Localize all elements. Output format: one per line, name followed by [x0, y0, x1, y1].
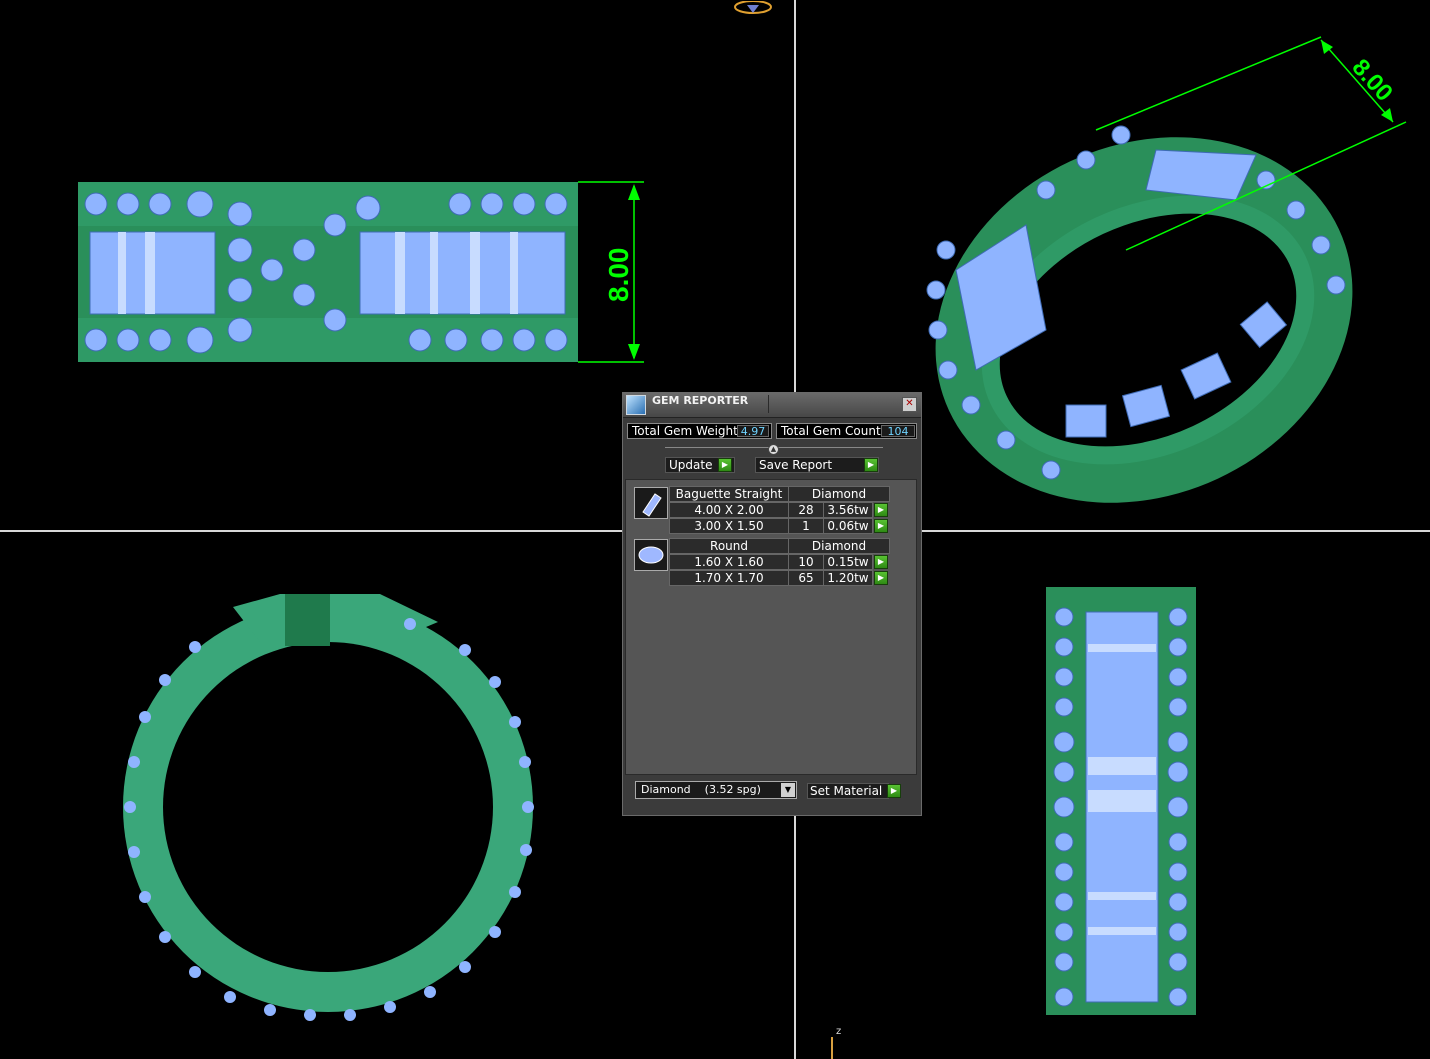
material-select-value: Diamond (3.52 spg): [641, 783, 761, 796]
save-report-button-label: Save Report: [759, 458, 833, 472]
gem-count: 10: [788, 554, 824, 570]
gem-list: Baguette Straight Diamond 4.00 X 2.00 28…: [625, 479, 917, 775]
title-separator: [768, 395, 769, 413]
dimension-label-front: 8.00: [603, 248, 634, 303]
set-material-button[interactable]: Set Material: [807, 783, 889, 799]
gem-size: 1.60 X 1.60: [669, 554, 789, 570]
save-report-go-icon[interactable]: ▶: [864, 458, 878, 472]
update-button-label: Update: [669, 458, 713, 472]
update-go-icon[interactable]: ▶: [718, 458, 732, 472]
set-material-go-icon[interactable]: ▶: [887, 784, 901, 798]
group-material-label: Diamond: [788, 538, 890, 554]
axis-z-label: z: [836, 1026, 841, 1037]
gem-reporter-app-icon: [626, 395, 646, 415]
gem-size: 1.70 X 1.70: [669, 570, 789, 586]
round-gem-icon: [634, 539, 668, 571]
close-icon[interactable]: ✕: [902, 397, 917, 412]
gem-reporter-title: GEM REPORTER: [652, 394, 749, 407]
gem-count: 1: [788, 518, 824, 534]
viewport-divider-horizontal-left[interactable]: [0, 530, 622, 532]
gem-weight: 0.06tw: [823, 518, 873, 534]
select-gems-go-icon[interactable]: ▶: [874, 571, 888, 585]
baguette-icon: [634, 487, 668, 519]
total-gem-weight-value: 4.97: [737, 425, 769, 437]
set-material-button-label: Set Material: [810, 784, 883, 798]
group-material-label: Diamond: [788, 486, 890, 502]
dimension-label-perspective: 8.00: [1347, 54, 1398, 107]
gem-count: 65: [788, 570, 824, 586]
group-shape-label: Round: [669, 538, 789, 554]
view-gizmo-icon[interactable]: [733, 0, 773, 14]
save-report-button[interactable]: Save Report: [755, 457, 879, 473]
gem-count: 28: [788, 502, 824, 518]
group-shape-label: Baguette Straight: [669, 486, 789, 502]
collapse-arrow-icon[interactable]: ▲: [768, 444, 779, 455]
gem-weight: 0.15tw: [823, 554, 873, 570]
gem-reporter-titlebar[interactable]: GEM REPORTER ✕: [623, 393, 921, 418]
select-gems-go-icon[interactable]: ▶: [874, 555, 888, 569]
gem-size: 4.00 X 2.00: [669, 502, 789, 518]
gem-size: 3.00 X 1.50: [669, 518, 789, 534]
gem-weight: 1.20tw: [823, 570, 873, 586]
gem-reporter-panel: GEM REPORTER ✕ Total Gem Weight 4.97 Tot…: [622, 392, 922, 816]
material-select[interactable]: Diamond (3.52 spg) ▼: [635, 781, 797, 799]
chevron-down-icon[interactable]: ▼: [781, 783, 795, 797]
select-gems-go-icon[interactable]: ▶: [874, 503, 888, 517]
gem-weight: 3.56tw: [823, 502, 873, 518]
total-gem-count-value: 104: [881, 425, 915, 437]
select-gems-go-icon[interactable]: ▶: [874, 519, 888, 533]
viewport-divider-horizontal-right[interactable]: [922, 530, 1430, 532]
